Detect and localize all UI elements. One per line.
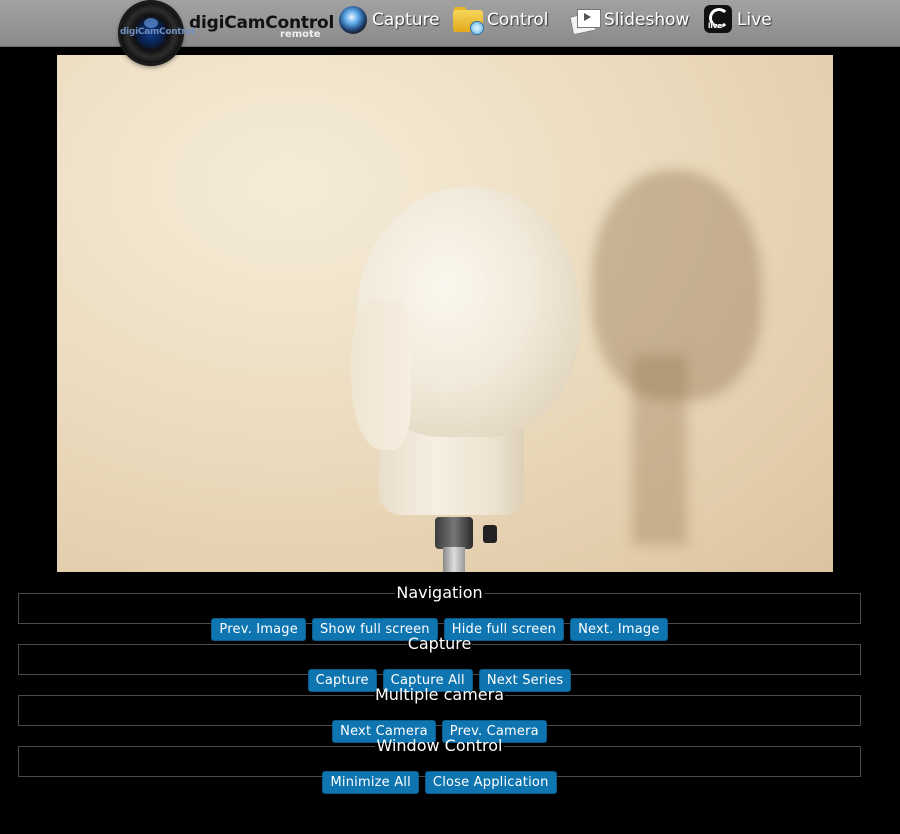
slideshow-icon [569,5,601,36]
navigation-group: Navigation Prev. Image Show full screen … [18,583,861,641]
nav-slideshow[interactable]: Slideshow [569,4,689,36]
image-viewer[interactable] [57,55,833,572]
window-control-group-title: Window Control [376,736,503,755]
nav-slideshow-label: Slideshow [604,10,690,30]
capture-group-title: Capture [407,634,472,653]
nav-live-label: Live [737,10,772,30]
folder-control-icon [452,5,484,35]
live-icon: live [702,5,734,35]
close-application-button[interactable]: Close Application [424,771,557,794]
stand-pole [443,547,465,572]
stand-knob [483,525,497,543]
nav-live[interactable]: live Live [702,4,772,36]
nav-control[interactable]: Control [452,4,548,36]
stand-clamp [435,517,473,549]
top-navigation-bar: digiCamControl digiCamControl remote Cap… [0,0,900,64]
nav-control-label: Control [487,10,549,30]
nav-capture-label: Capture [372,10,440,30]
multiple-camera-group-title: Multiple camera [374,685,505,704]
mannequin-face [351,300,411,450]
navigation-group-title: Navigation [396,583,483,602]
logo-text: digiCamControl [120,27,195,37]
capture-lens-icon [337,5,369,35]
capture-group: Capture Capture Capture All Next Series [18,634,861,692]
live-icon-text: live [708,22,723,30]
window-control-group: Window Control Minimize All Close Applic… [18,736,861,794]
nav-capture[interactable]: Capture [337,4,440,36]
multiple-camera-group: Multiple camera Next Camera Prev. Camera [18,685,861,743]
minimize-all-button[interactable]: Minimize All [322,771,419,794]
brand-subtitle: remote [280,29,321,40]
mannequin-shadow-neck [632,355,687,545]
digicamcontrol-logo[interactable]: digiCamControl [120,2,195,64]
